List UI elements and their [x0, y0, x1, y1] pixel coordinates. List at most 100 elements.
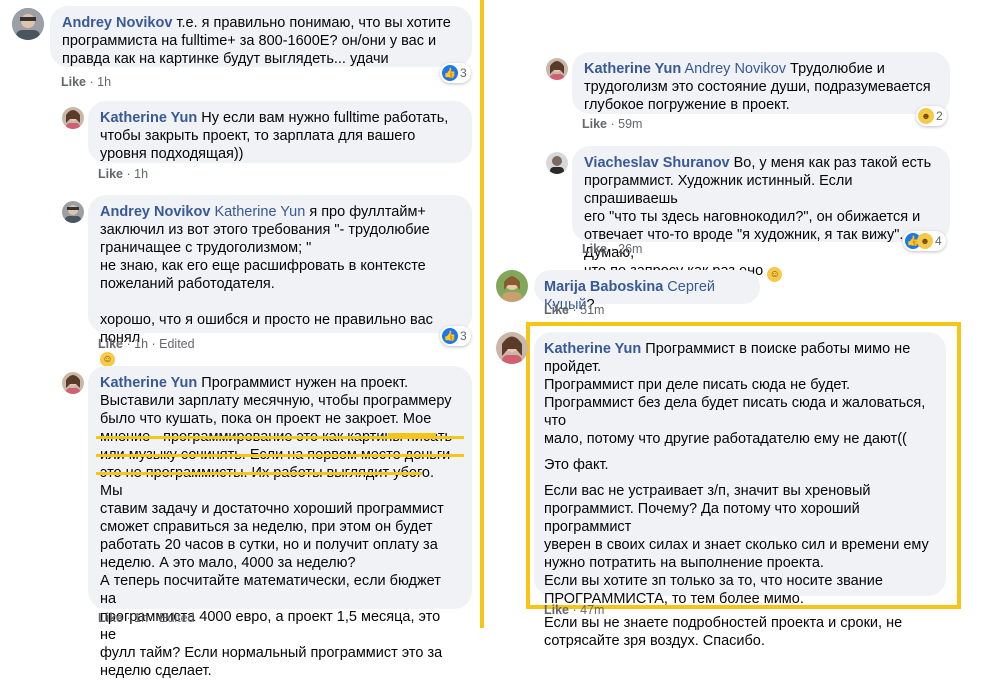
mention-link[interactable]: Andrey Novikov — [684, 61, 786, 77]
comment-line: сотрясайте зря воздух. Спасибо. — [544, 633, 765, 649]
edited-label[interactable]: Edited — [159, 337, 194, 351]
avatar[interactable] — [62, 201, 84, 223]
avatar[interactable] — [62, 372, 84, 394]
comment-line: я про фуллтайм+ — [309, 204, 426, 220]
comment-line: ставим задачу и достаточно хороший прогр… — [100, 501, 444, 517]
comment-time[interactable]: 51m — [580, 303, 604, 317]
avatar[interactable] — [62, 107, 84, 129]
comment-line: работать 20 часов в сутки, но и получит … — [100, 537, 438, 553]
like-button[interactable]: Like — [98, 611, 123, 625]
comment-author[interactable]: Katherine Yun — [100, 110, 197, 126]
avatar[interactable] — [546, 152, 568, 174]
comment-line: программист. Художник истинный. Если спр… — [584, 173, 853, 207]
comment-author[interactable]: Katherine Yun — [544, 341, 641, 357]
comment-meta: Like · 1h — [98, 167, 149, 181]
comment-line: пожеланий работодателя. — [100, 276, 275, 292]
reaction-count[interactable]: 👍 3 — [440, 326, 471, 346]
comment-line: программист. Почему? Да потому что хорош… — [544, 501, 860, 535]
comment-line: не знаю, как его еще расшифровать в конт… — [100, 258, 426, 274]
like-button[interactable]: Like — [582, 117, 607, 131]
comment-line: мало, потому что другие работадателю ему… — [544, 431, 907, 447]
comment-line: Программист нужен на проект. — [201, 375, 409, 391]
comment-bubble: Katherine Yun Программист в поиске работ… — [534, 332, 946, 649]
reaction-count[interactable]: ☻ 2 — [916, 106, 947, 126]
like-button[interactable]: Like — [61, 75, 86, 89]
comment-line: это не программисты. Их работы выглядит … — [100, 465, 435, 499]
screenshot-divider — [480, 0, 484, 628]
comment-line: граничащее с трудоголизмом; " — [100, 240, 312, 256]
comment-author[interactable]: Katherine Yun — [584, 61, 681, 77]
comment-line: было что кушать, пока он проект не закро… — [100, 411, 432, 427]
comment-line: Программист без дела будет писать сюда и… — [544, 395, 926, 429]
reaction-count[interactable]: 👍 ☻ 4 — [903, 231, 946, 251]
comment-line: Если вас не устраивает з/п, значит вы хр… — [544, 483, 871, 499]
avatar[interactable] — [546, 58, 568, 80]
comment-meta: Like · 1h — [61, 75, 112, 89]
avatar[interactable] — [12, 8, 44, 40]
comment-meta: Like · 26m — [582, 242, 643, 256]
comment-bubble: Katherine Yun Ну если вам нужно fulltime… — [88, 101, 472, 163]
like-button[interactable]: Like — [544, 303, 569, 317]
comment-meta: Like · 51m — [544, 303, 605, 317]
comment-time[interactable]: 1h — [97, 75, 111, 89]
comment-author[interactable]: Marija Baboskina — [544, 279, 663, 295]
avatar[interactable] — [496, 270, 528, 302]
highlight-underline — [96, 472, 422, 475]
comment-line: нужно потратить на выполнение проекта. — [544, 555, 824, 571]
avatar[interactable] — [496, 332, 528, 364]
like-button[interactable]: Like — [98, 337, 123, 351]
comment-line: его "что ты здесь наговнокодил?", он оби… — [584, 209, 921, 225]
comment-time[interactable]: 1h — [134, 337, 148, 351]
comment-line: заключил из вот этого требования "- труд… — [100, 222, 430, 238]
comment-line: неделю сделает. — [100, 663, 212, 679]
comment-line: Если вы хотите зп только за то, что носи… — [544, 573, 883, 589]
comment-line: неделю. А это мало, 4000 за неделю? — [100, 555, 356, 571]
smiling-face-icon: ☺ — [100, 352, 115, 367]
comment-line: Программист в поиске работы мимо не — [645, 341, 911, 357]
comment-author[interactable]: Katherine Yun — [100, 375, 197, 391]
comment-line: Трудолюбие и — [790, 61, 885, 77]
mention-link[interactable]: Katherine Yun — [214, 204, 305, 220]
like-button[interactable]: Like — [98, 167, 123, 181]
highlight-underline — [96, 436, 464, 439]
comment-bubble: Andrey Novikov т.е. я правильно понимаю,… — [50, 6, 472, 67]
comment-line: сможет справиться за неделю, при этом он… — [100, 519, 433, 535]
comment-line: фулл тайм? Если нормальный программист э… — [100, 645, 443, 661]
comment-time[interactable]: 47m — [580, 603, 604, 617]
comment-time[interactable]: 59m — [618, 117, 642, 131]
comment-line: глубокое погружение в проект. — [584, 97, 790, 113]
comment-time[interactable]: 1h — [134, 167, 148, 181]
comment-time[interactable]: 26m — [618, 242, 642, 256]
comment-meta: Like · 1h · Edited — [98, 337, 195, 351]
edited-label[interactable]: Edited — [159, 611, 194, 625]
reaction-count[interactable]: 👍 3 — [440, 63, 471, 83]
like-button[interactable]: Like — [544, 603, 569, 617]
comment-time[interactable]: 1h — [134, 611, 148, 625]
comment-author[interactable]: Andrey Novikov — [100, 204, 210, 220]
comment-line: уверен в своих силах и знает сколько сил… — [544, 537, 929, 553]
comment-meta: Like · 47m — [544, 603, 605, 617]
comment-author[interactable]: Andrey Novikov — [62, 15, 172, 31]
comment-line: Во, у меня как раз такой есть — [733, 155, 932, 171]
comment-bubble: Katherine Yun Andrey Novikov Трудолюбие … — [572, 52, 950, 114]
comment-line: трудоголизм это состояние души, подразум… — [584, 79, 931, 95]
comment-line: Программист при деле писать сюда не буде… — [544, 377, 851, 393]
comment-bubble: Viacheslav Shuranov Во, у меня как раз т… — [572, 146, 950, 282]
comment-author[interactable]: Viacheslav Shuranov — [584, 155, 730, 171]
highlight-underline — [96, 454, 464, 457]
comment-bubble: Marija Baboskina Сергей Куцый? — [534, 270, 760, 313]
comment-line: пройдет. — [544, 359, 602, 375]
comment-meta: Like · 59m — [582, 117, 643, 131]
like-button[interactable]: Like — [582, 242, 607, 256]
thumbs-up-icon: 👍 — [442, 65, 458, 81]
comment-line: Выставили зарплату месячную, чтобы прогр… — [100, 393, 452, 409]
laughing-face-icon: ☻ — [918, 108, 934, 124]
comment-line: А теперь посчитайте математически, если … — [100, 573, 441, 607]
comment-line: Это факт. — [544, 457, 609, 473]
comment-meta: Like · 1h · Edited — [98, 611, 195, 625]
thumbs-up-icon: 👍 — [442, 328, 458, 344]
comment-bubble: Andrey Novikov Katherine Yun я про фуллт… — [88, 195, 472, 367]
comment-bubble: Katherine Yun Программист нужен на проек… — [88, 366, 472, 679]
smiling-face-icon: ☺ — [767, 267, 783, 282]
laughing-face-icon: ☻ — [917, 233, 933, 249]
